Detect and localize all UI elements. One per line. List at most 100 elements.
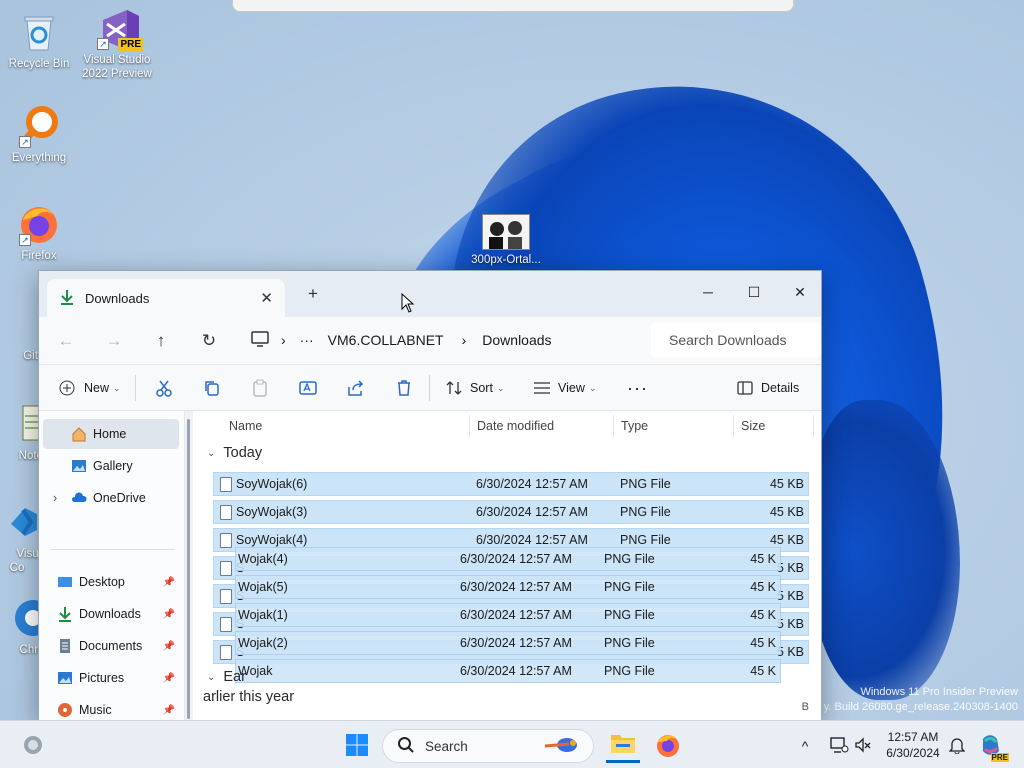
nav-item-desktop[interactable]: Desktop 📌 [43,567,179,597]
taskbar-firefox[interactable] [651,729,685,763]
new-tab-button[interactable]: + [303,284,323,304]
pin-icon: 📌 [162,640,175,652]
os-watermark: Windows 11 Pro Insider Preview y. Build … [823,686,1018,713]
back-button[interactable]: ← [51,327,81,355]
close-tab-icon[interactable]: ✕ [260,289,273,307]
pictures-icon [57,670,73,686]
chevron-down-icon: ⌄ [207,447,216,459]
drag-ghost-row: Wojak(4) 6/30/2024 12:57 AM PNG File 45 … [235,547,781,571]
breadcrumb-folder[interactable]: Downloads [482,332,551,348]
vscode-icon [0,500,39,544]
nav-scrollbar[interactable] [185,411,193,721]
document-icon [57,638,73,654]
taskbar-file-explorer[interactable] [606,729,640,763]
widgets-button[interactable] [16,729,50,763]
table-row[interactable]: SoyWojak(3) 6/30/2024 12:57 AM PNG File … [213,500,809,524]
copilot-button[interactable]: PRE [974,729,1009,763]
download-arrow-icon [57,606,73,622]
cloud-icon [71,490,87,506]
up-button[interactable]: ↑ [146,327,176,355]
nav-item-documents[interactable]: Documents 📌 [43,631,179,661]
column-header-date[interactable]: Date modified [477,411,554,441]
copy-button[interactable] [203,365,221,411]
download-arrow-icon [59,289,75,308]
sort-button[interactable]: Sort ⌄ [445,365,504,411]
paste-button[interactable] [251,365,269,411]
column-header-type[interactable]: Type [621,411,648,441]
home-icon [71,426,87,442]
group-header-earlier-this-year[interactable]: arlier this year [203,689,294,705]
breadcrumb-more[interactable]: ··· [300,332,314,348]
more-options-button[interactable]: ··· [627,365,648,411]
notifications-button[interactable] [940,729,974,763]
nav-item-music[interactable]: Music 📌 [43,695,179,721]
scissors-icon [155,379,173,397]
system-clock[interactable]: 12:57 AM 6/30/2024 [878,729,948,761]
png-file-icon [220,505,232,520]
search-input[interactable]: Search Downloads [651,323,821,357]
computer-icon [251,330,269,350]
chevron-right-icon: › [461,332,467,348]
delete-button[interactable] [395,365,413,411]
nav-item-gallery[interactable]: Gallery [43,451,179,481]
firefox-icon: ↗ [17,202,61,246]
taskbar-search[interactable]: Search [382,729,594,763]
view-button[interactable]: View ⌄ [533,365,596,411]
png-file-icon [220,477,232,492]
breadcrumb-computer[interactable]: VM6.COLLABNET [328,332,444,348]
share-button[interactable] [347,365,365,411]
start-button[interactable] [340,729,374,763]
folder-icon [610,732,636,757]
command-bar: New ⌄ Sort ⌄ View ⌄ ··· Details [39,365,821,411]
desktop-icon-everything[interactable]: ↗ Everything [0,104,78,165]
rename-button[interactable] [299,365,317,411]
address-bar-row: ← → ↑ ↻ › ··· VM6.COLLABNET › Downloads … [39,317,821,365]
mouse-cursor-icon [401,292,415,316]
refresh-button[interactable]: ↻ [194,327,224,355]
file-list: Name Date modified Type Size ⌄ Today Soy… [193,411,821,721]
volume-button[interactable] [846,729,880,763]
png-file-icon [220,589,232,604]
group-header-today[interactable]: ⌄ Today [207,445,262,461]
close-window-button[interactable]: ✕ [777,277,821,307]
chrome-icon [0,596,51,640]
breadcrumb[interactable]: › ··· VM6.COLLABNET › Downloads [243,323,645,357]
column-header-name[interactable]: Name [229,411,262,441]
maximize-button[interactable]: ☐ [731,277,777,307]
column-header-size[interactable]: Size [741,411,765,441]
tab-strip: Downloads ✕ + ─ ☐ ✕ [39,271,821,317]
trash-icon [395,379,413,397]
desktop-icon-firefox[interactable]: ↗ Firefox [0,202,78,263]
new-button[interactable]: New ⌄ [59,365,121,411]
desktop-icon-image-file[interactable]: 300px-Ortal... [466,214,546,267]
cut-button[interactable] [155,365,173,411]
drag-ghost-row: Wojak(1) 6/30/2024 12:57 AM PNG File 45 … [235,603,781,627]
show-hidden-icons-button[interactable]: ^ [788,729,822,763]
nav-item-onedrive[interactable]: › OneDrive [43,483,179,513]
nav-item-downloads[interactable]: Downloads 📌 [43,599,179,629]
share-icon [347,379,365,397]
desktop-icon-recycle-bin[interactable]: Recycle Bin [0,10,78,71]
visual-studio-icon: PRE ↗ [95,6,143,52]
tab-downloads[interactable]: Downloads ✕ [47,279,285,317]
details-pane-button[interactable]: Details [737,365,799,411]
tab-title: Downloads [85,290,150,306]
nav-item-home[interactable]: Home [43,419,179,449]
bell-icon [948,736,966,757]
nav-item-pictures[interactable]: Pictures 📌 [43,663,179,693]
desktop-icon-visual-studio[interactable]: PRE ↗ Visual Studio 2022 Preview [78,6,156,81]
forward-button[interactable]: → [99,327,129,355]
clock-date: 6/30/2024 [886,746,940,760]
file-explorer-window: Downloads ✕ + ─ ☐ ✕ ← → ↑ ↻ › ··· VM6.CO… [38,270,822,722]
background-window-edge [232,0,794,12]
pin-icon: 📌 [162,672,175,684]
pin-icon: 📌 [162,704,175,716]
png-file-icon [220,645,232,660]
group-header-earlier-partial[interactable]: ⌄ Ear [207,669,246,685]
png-file-icon [220,561,232,576]
minimize-button[interactable]: ─ [685,277,731,307]
search-icon [397,736,415,757]
table-row[interactable]: SoyWojak(6) 6/30/2024 12:57 AM PNG File … [213,472,809,496]
chevron-down-icon: ⌄ [113,382,121,393]
recycle-bin-icon [17,10,61,54]
